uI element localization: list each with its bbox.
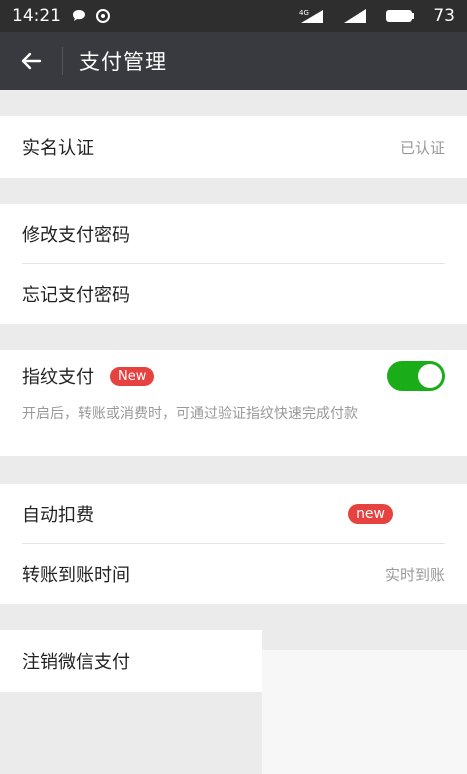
new-badge: new <box>348 504 393 524</box>
cancel-wechat-pay-label: 注销微信支付 <box>22 652 130 673</box>
title-bar: 支付管理 <box>0 32 467 90</box>
arrow-left-icon <box>21 52 42 70</box>
back-button[interactable] <box>0 32 62 90</box>
toggle-knob <box>418 364 442 388</box>
page-title: 支付管理 <box>79 50 167 74</box>
fingerprint-toggle[interactable] <box>387 361 445 391</box>
battery-icon <box>385 8 415 24</box>
fingerprint-description: 开启后，转账或消费时，可通过验证指纹快速完成付款 <box>0 398 467 456</box>
fingerprint-row: 指纹支付 New <box>0 350 467 402</box>
status-time: 14:21 <box>12 6 61 26</box>
cancel-wechat-pay-row[interactable]: 注销微信支付 <box>0 630 262 692</box>
change-password-row[interactable]: 修改支付密码 <box>0 204 467 264</box>
sync-icon <box>95 8 111 24</box>
chat-bubble-icon <box>71 8 87 24</box>
blank-panel <box>262 650 467 774</box>
forgot-password-label: 忘记支付密码 <box>22 285 130 306</box>
network-label: 4G <box>299 9 309 17</box>
auto-deduct-row[interactable]: 自动扣费 new <box>0 484 467 544</box>
signal-4g-icon: 4G <box>299 8 325 24</box>
real-name-label: 实名认证 <box>22 138 94 159</box>
fingerprint-label: 指纹支付 <box>22 367 94 388</box>
new-badge: New <box>110 366 155 386</box>
battery-level: 73 <box>433 6 455 26</box>
auto-deduct-label: 自动扣费 <box>22 505 94 526</box>
status-bar: 14:21 4G 73 <box>0 0 467 32</box>
real-name-status: 已认证 <box>399 138 445 157</box>
signal-icon <box>343 8 367 24</box>
transfer-time-label: 转账到账时间 <box>22 565 130 586</box>
real-name-row[interactable]: 实名认证 已认证 <box>0 116 467 178</box>
title-divider <box>62 47 63 75</box>
forgot-password-row[interactable]: 忘记支付密码 <box>0 264 467 324</box>
transfer-time-row[interactable]: 转账到账时间 实时到账 <box>0 544 467 604</box>
change-password-label: 修改支付密码 <box>22 225 130 246</box>
transfer-time-value: 实时到账 <box>384 565 445 584</box>
